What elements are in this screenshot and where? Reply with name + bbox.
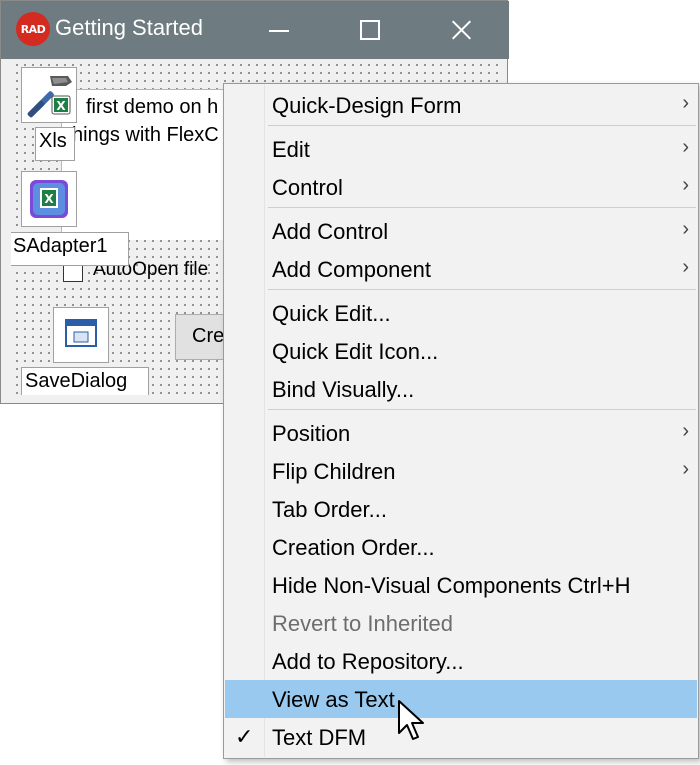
menu-item-label: Text DFM [272,725,367,750]
menu-separator [268,289,696,290]
menu-item-creation-order[interactable]: Creation Order... [225,528,697,566]
menu-item-label: Quick Edit... [272,301,391,326]
submenu-arrow-icon: › [682,420,689,442]
menu-item-add-component[interactable]: Add Component › [225,250,697,288]
memo-line: first demo on h [86,96,219,118]
savedialog-component[interactable] [53,307,109,363]
minimize-button[interactable] [253,1,305,59]
menu-item-position[interactable]: Position › [225,414,697,452]
excel-adapter-icon: X [30,180,68,218]
checkmark-icon: ✓ [235,724,254,749]
menu-separator [268,207,696,208]
menu-item-label: Quick Edit Icon... [272,339,439,364]
menu-item-label: Tab Order... [272,497,387,522]
submenu-arrow-icon: › [682,218,689,240]
window-title: Getting Started [55,15,203,40]
menu-item-tab-order[interactable]: Tab Order... [225,490,697,528]
submenu-arrow-icon: › [682,136,689,158]
hammer-excel-icon: X [27,76,72,118]
menu-item-revert-to-inherited: Revert to Inherited [225,604,697,642]
svg-text:X: X [56,99,66,113]
menu-item-label: Add Control [272,219,389,244]
menu-item-label: Creation Order... [272,535,435,560]
menu-item-quick-edit-icon[interactable]: Quick Edit Icon... [225,332,697,370]
menu-item-add-control[interactable]: Add Control › [225,212,697,250]
menu-item-label: Flip Children [272,459,396,484]
dialog-window-icon [65,319,97,347]
close-button[interactable] [435,1,487,59]
menu-item-label: Edit [272,137,310,162]
menu-item-flip-children[interactable]: Flip Children › [225,452,697,490]
submenu-arrow-icon: › [682,458,689,480]
title-bar[interactable]: RAD Getting Started [1,1,509,59]
menu-item-label: Add to Repository... [272,649,464,674]
menu-item-edit[interactable]: Edit › [225,130,697,168]
menu-item-bind-visually[interactable]: Bind Visually... [225,370,697,408]
menu-item-label: Quick-Design Form [272,93,462,118]
savedialog-component-label: SaveDialog [21,367,149,395]
menu-item-label: Control [272,175,343,200]
submenu-arrow-icon: › [682,256,689,278]
rad-logo-icon: RAD [16,12,50,46]
mouse-cursor-icon [398,700,424,740]
context-menu: Quick-Design Form › Edit › Control › Add… [223,83,699,759]
menu-separator [268,409,696,410]
xls-component-label: Xls [35,127,75,161]
menu-item-text-dfm[interactable]: ✓ Text DFM [225,718,697,756]
menu-item-label: View as Text [272,687,395,712]
menu-item-view-as-text[interactable]: View as Text [225,680,697,718]
svg-text:X: X [44,192,54,206]
memo-line: hings with FlexC [72,124,219,146]
menu-separator [268,125,696,126]
submenu-arrow-icon: › [682,92,689,114]
menu-item-quick-design-form[interactable]: Quick-Design Form › [225,86,697,124]
maximize-button[interactable] [343,1,395,59]
menu-item-label: Bind Visually... [272,377,415,402]
menu-item-hide-non-visual[interactable]: Hide Non-Visual Components Ctrl+H [225,566,697,604]
menu-item-label: Revert to Inherited [272,611,453,636]
memo-box[interactable]: first demo on h hings with FlexC [61,89,242,240]
adapter-component-label: SAdapter1 [11,232,129,266]
submenu-arrow-icon: › [682,174,689,196]
menu-item-add-to-repository[interactable]: Add to Repository... [225,642,697,680]
menu-item-label: Position [272,421,351,446]
menu-item-quick-edit[interactable]: Quick Edit... [225,294,697,332]
xls-component[interactable]: X [21,67,77,123]
menu-item-label: Add Component [272,257,431,282]
adapter-component[interactable]: X [21,171,77,227]
menu-item-control[interactable]: Control › [225,168,697,206]
menu-item-label: Hide Non-Visual Components Ctrl+H [272,573,631,598]
